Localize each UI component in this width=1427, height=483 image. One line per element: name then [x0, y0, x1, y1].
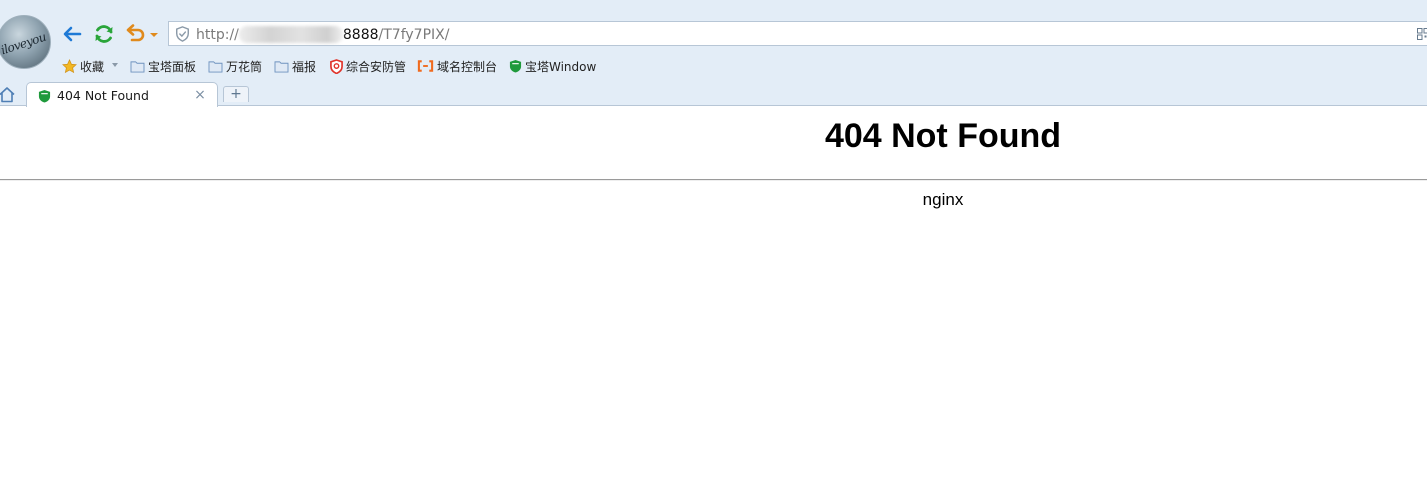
aliyun-bracket-icon: [417, 60, 434, 72]
url-scheme: http://: [196, 27, 239, 43]
folder-icon: [274, 60, 289, 73]
chevron-down-icon[interactable]: [111, 61, 119, 69]
bookmark-folder-kaleidoscope[interactable]: 万花筒: [208, 56, 262, 76]
new-tab-button[interactable]: +: [223, 86, 249, 102]
bookmark-label: 宝塔Window: [525, 59, 597, 74]
browser-chrome: iloveyou http:// 8888/T7fy7PIX/ 收藏 宝塔面板 万…: [0, 0, 1427, 107]
bookmark-folder-fubao[interactable]: 福报: [274, 56, 316, 76]
qr-code-icon[interactable]: [1417, 28, 1427, 40]
bookmark-security-management[interactable]: 综合安防管: [330, 56, 406, 76]
bookmark-domain-console[interactable]: 域名控制台: [417, 56, 497, 76]
avatar-text: iloveyou: [0, 29, 48, 58]
page-content: 404 Not Found nginx: [0, 106, 1427, 483]
home-icon[interactable]: [0, 86, 16, 103]
close-icon[interactable]: ×: [193, 88, 207, 102]
back-arrow-icon: [63, 26, 82, 42]
bookmark-label: 福报: [292, 59, 317, 74]
address-bar[interactable]: http:// 8888/T7fy7PIX/: [168, 21, 1427, 46]
undo-close-tab-button[interactable]: [124, 22, 148, 46]
url-port: 8888: [342, 27, 379, 43]
divider: [0, 179, 1427, 181]
bookmark-label: 宝塔面板: [148, 59, 197, 74]
bookmark-baota-windows[interactable]: 宝塔Window: [509, 56, 596, 76]
page-title: 404 Not Found: [824, 117, 1062, 155]
bt-shield-icon: [509, 59, 522, 73]
user-avatar[interactable]: iloveyou: [0, 15, 51, 69]
folder-icon: [130, 60, 145, 73]
back-button[interactable]: [60, 22, 84, 46]
star-icon: [62, 58, 77, 73]
server-name: nginx: [922, 190, 964, 209]
redacted-host: [238, 26, 343, 43]
bookmark-label: 域名控制台: [437, 59, 498, 74]
chevron-down-icon[interactable]: [149, 30, 159, 40]
bookmark-folder-baota-panel[interactable]: 宝塔面板: [130, 56, 196, 76]
refresh-button[interactable]: [92, 22, 116, 46]
favorites-label: 收藏: [80, 59, 105, 74]
url-text[interactable]: http:// 8888/T7fy7PIX/: [196, 26, 449, 43]
url-path: /T7fy7PIX/: [378, 27, 450, 43]
folder-icon: [208, 60, 223, 73]
security-shield-icon: [176, 26, 189, 42]
favorites-button[interactable]: 收藏: [62, 56, 104, 76]
bookmark-label: 综合安防管: [346, 59, 407, 74]
security-shield-icon: [330, 58, 343, 74]
tab-404-not-found[interactable]: 404 Not Found ×: [26, 82, 218, 107]
tab-title: 404 Not Found: [57, 88, 149, 103]
bt-shield-icon: [38, 89, 51, 103]
refresh-icon: [95, 25, 113, 43]
bookmark-label: 万花筒: [226, 59, 263, 74]
undo-icon: [126, 24, 145, 42]
bookmarks-bar: 收藏 宝塔面板 万花筒 福报 综合安防管 域名控制台 宝塔Window: [60, 56, 1420, 76]
